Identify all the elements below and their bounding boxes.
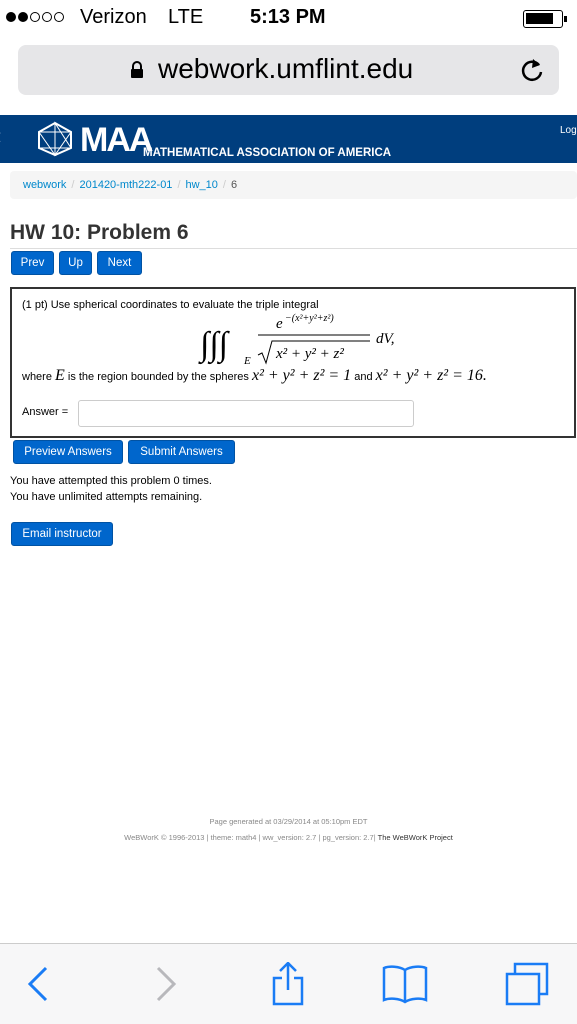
forward-icon[interactable]: [140, 962, 188, 1006]
back-chevron-icon[interactable]: ‹: [0, 123, 1, 149]
outer-sphere-equation: x² + y² + z² = 16.: [375, 367, 487, 384]
region-variable: E: [55, 367, 65, 384]
login-link[interactable]: Log: [560, 125, 577, 136]
page-title: HW 10: Problem 6: [10, 221, 189, 244]
up-button[interactable]: Up: [59, 251, 92, 275]
browser-toolbar: [0, 943, 577, 1024]
footer-version: WeBWorK © 1996-2013 | theme: math4 | ww_…: [0, 833, 577, 842]
svg-text:x² + y² + z²: x² + y² + z²: [275, 346, 344, 362]
inner-sphere-equation: x² + y² + z² = 1: [251, 367, 352, 384]
prev-button[interactable]: Prev: [11, 251, 54, 275]
signal-strength-icon: [6, 12, 64, 22]
bookmarks-icon[interactable]: [381, 962, 429, 1006]
breadcrumb: webwork/201420-mth222-01/hw_10/6: [10, 171, 577, 199]
tabs-icon[interactable]: [503, 962, 551, 1006]
footer-generated: Page generated at 03/29/2014 at 05:10pm …: [209, 817, 368, 826]
region-text: is the region bounded by the spheres: [67, 371, 249, 383]
svg-text:E: E: [243, 355, 251, 367]
next-button[interactable]: Next: [97, 251, 142, 275]
region-description: where E is the region bounded by the sph…: [22, 367, 487, 385]
share-icon[interactable]: [264, 962, 312, 1006]
network-type: LTE: [168, 6, 204, 28]
svg-text:−(x²+y²+z²): −(x²+y²+z²): [285, 313, 334, 324]
maa-logo-icon: [38, 121, 72, 157]
problem-intro: (1 pt) Use spherical coordinates to eval…: [22, 299, 319, 311]
carrier-name: Verizon: [80, 6, 147, 28]
maa-header: ‹ MAA MATHEMATICAL ASSOCIATION OF AMERIC…: [0, 115, 577, 163]
back-icon[interactable]: [16, 962, 64, 1006]
address-bar[interactable]: webwork.umflint.edu: [18, 45, 559, 95]
footer-version-text: WeBWorK © 1996-2013 | theme: math4 | ww_…: [124, 833, 376, 842]
attempts-remaining: You have unlimited attempts remaining.: [10, 491, 203, 503]
triple-integral-formula: ∫∫∫ E e −(x²+y²+z²) x² + y² + z² dV,: [198, 313, 395, 367]
problem-box: (1 pt) Use spherical coordinates to eval…: [10, 287, 576, 438]
breadcrumb-webwork[interactable]: webwork: [23, 179, 66, 191]
svg-text:∫∫∫: ∫∫∫: [198, 326, 231, 365]
email-instructor-button[interactable]: Email instructor: [11, 522, 113, 546]
breadcrumb-set[interactable]: hw_10: [186, 179, 218, 191]
breadcrumb-course[interactable]: 201420-mth222-01: [79, 179, 172, 191]
answer-input[interactable]: [78, 400, 414, 427]
url-text[interactable]: webwork.umflint.edu: [158, 53, 413, 85]
clock: 5:13 PM: [250, 6, 326, 28]
svg-text:e: e: [276, 316, 283, 332]
status-bar: Verizon LTE 5:13 PM: [0, 0, 577, 38]
submit-answers-button[interactable]: Submit Answers: [128, 440, 235, 464]
reload-icon[interactable]: [519, 57, 545, 83]
and-label: and: [354, 371, 373, 383]
attempts-count: You have attempted this problem 0 times.: [10, 475, 212, 487]
title-divider: [10, 248, 577, 249]
maa-subtitle: MATHEMATICAL ASSOCIATION OF AMERICA: [143, 147, 392, 159]
maa-logo-text: MAA: [80, 121, 153, 159]
webwork-project-link[interactable]: The WeBWorK Project: [378, 833, 453, 842]
answer-label: Answer =: [22, 406, 69, 418]
breadcrumb-current: 6: [230, 179, 238, 191]
svg-text:dV,: dV,: [376, 331, 395, 347]
battery-icon: [523, 10, 567, 28]
lock-icon: [131, 61, 143, 78]
preview-answers-button[interactable]: Preview Answers: [13, 440, 123, 464]
where-label: where: [22, 371, 52, 383]
